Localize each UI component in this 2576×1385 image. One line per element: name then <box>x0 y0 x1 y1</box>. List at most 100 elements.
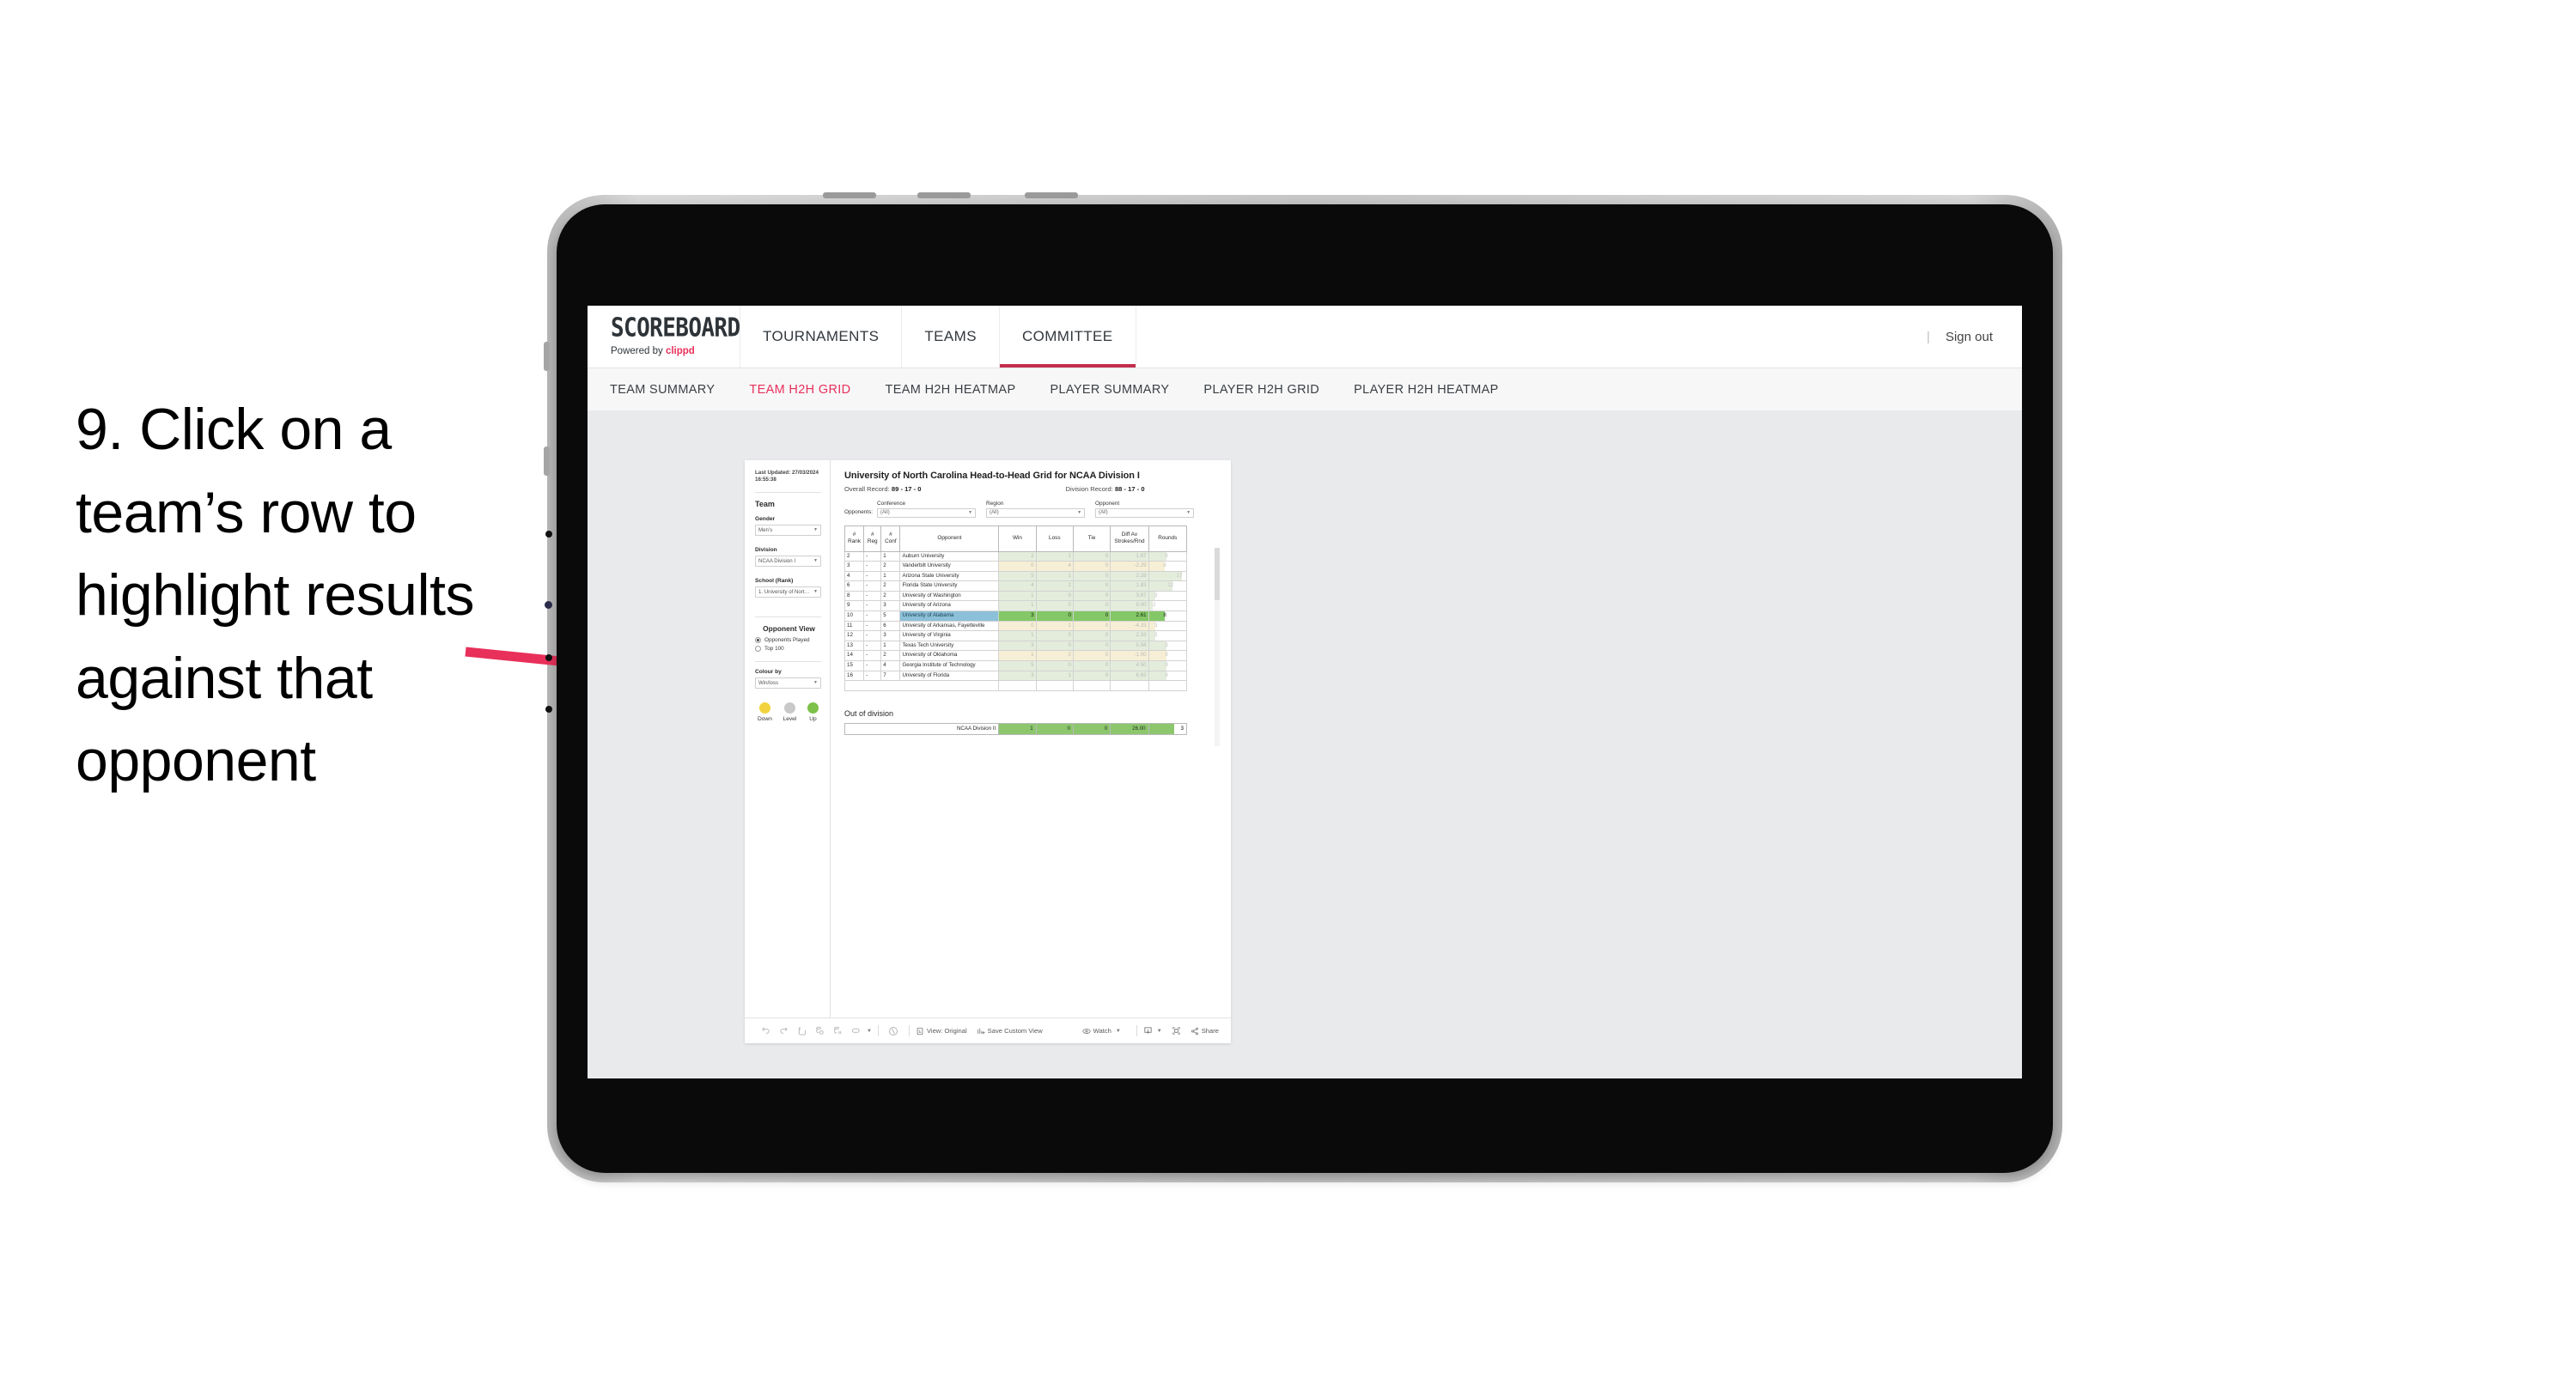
nav-item-committee[interactable]: COMMITTEE <box>999 306 1136 368</box>
chevron-down-icon[interactable]: ▼ <box>867 1029 872 1034</box>
radio-top-100[interactable]: Top 100 <box>755 645 821 652</box>
tab-player-h2h-grid[interactable]: PLAYER H2H GRID <box>1203 383 1319 397</box>
cell-win: 1 <box>998 590 1037 602</box>
table-row[interactable]: 4-1 Arizona State University 5 1 0 2.28 17 <box>843 570 1188 582</box>
cell-rank: 9 <box>843 600 865 612</box>
table-row[interactable]: 8-2 University of Washington 1 0 0 3.67 3 <box>843 590 1188 602</box>
revert-icon[interactable] <box>793 1026 811 1036</box>
region-filter-select[interactable]: (All) ▼ <box>986 508 1086 518</box>
chevron-down-icon[interactable]: ▼ <box>1116 1029 1121 1034</box>
division-value: NCAA Division I <box>758 557 796 564</box>
table-row[interactable]: 10-5 University of Alabama 3 0 0 2.61 8 <box>843 610 1188 622</box>
cell-diff: -2.29 <box>1110 561 1149 572</box>
nav-item-teams[interactable]: TEAMS <box>902 306 1000 368</box>
cell-opponent: University of Washington <box>899 590 1000 602</box>
undo-icon[interactable] <box>757 1026 775 1036</box>
pause-icon[interactable] <box>885 1026 903 1036</box>
table-row[interactable]: 9-3 University of Arizona 1 0 0 9.00 2 <box>843 600 1188 612</box>
col-header-rank: # Rank <box>843 525 865 552</box>
opponent-filter-group: Opponent (All) ▼ <box>1095 501 1195 518</box>
tab-player-h2h-heatmap[interactable]: PLAYER H2H HEATMAP <box>1354 383 1499 397</box>
download-button[interactable]: ▼ <box>1143 1026 1162 1036</box>
grid-vertical-scrollbar[interactable] <box>1215 547 1220 746</box>
table-row[interactable]: 14-2 University of Oklahoma 1 2 0 -1.00 9 <box>843 650 1188 662</box>
fullscreen-button[interactable] <box>1172 1026 1181 1036</box>
table-row[interactable]: 6-2 Florida State University 4 2 0 1.83 12 <box>843 580 1188 592</box>
table-row[interactable]: 11-6 University of Arkansas, Fayetteville… <box>843 620 1188 632</box>
table-row[interactable]: 12-3 University of Virginia 1 0 0 2.33 3 <box>843 630 1188 641</box>
cell-opponent: Arizona State University <box>899 570 1000 582</box>
cell-loss: 1 <box>1035 620 1074 632</box>
table-row[interactable]: 2-1 Auburn University 2 1 0 1.67 9 <box>843 550 1188 562</box>
school-select[interactable]: 1. University of Nort… ▼ <box>755 586 821 598</box>
cell-rank: 6 <box>843 580 865 592</box>
cell-win: 3 <box>998 640 1037 652</box>
brand-tagline: Powered by clippd <box>611 346 740 357</box>
nav-item-tournaments[interactable]: TOURNAMENTS <box>740 306 903 368</box>
grid-scrollbar-thumb[interactable] <box>1215 547 1220 600</box>
table-row[interactable]: 15-4 Georgia Institute of Technology 5 0 0 4.… <box>843 660 1188 671</box>
cell-reg: - <box>863 550 882 562</box>
h2h-grid-body: 2-1 Auburn University 2 1 0 1.67 9 3-2 Vanderbil… <box>843 550 1188 691</box>
conference-filter-value: (All) <box>880 510 890 516</box>
cell-tie: 0 <box>1072 580 1111 592</box>
toolbar-right-group: Watch ▼ ▼ Share <box>1081 1025 1219 1036</box>
col-header-opponent: Opponent <box>899 525 1000 552</box>
cell-loss: 0 <box>1035 660 1074 671</box>
cell-win: 1 <box>998 600 1037 612</box>
cell-conf: 2 <box>880 561 901 572</box>
cell-reg: - <box>863 660 882 671</box>
cell-conf: 1 <box>880 550 901 562</box>
cell-win: 5 <box>998 570 1037 582</box>
cell-conf: 2 <box>880 650 901 662</box>
signout-link[interactable]: Sign out <box>1946 330 1993 344</box>
chevron-down-icon[interactable]: ▼ <box>1157 1029 1162 1034</box>
opponent-filter-value: (All) <box>1099 510 1108 516</box>
view-original-button[interactable]: View: Original <box>916 1027 967 1036</box>
chevron-down-icon: ▼ <box>1186 510 1191 516</box>
cell-opponent: University of Virginia <box>899 630 1000 641</box>
ood-rounds: 3 <box>1180 725 1184 732</box>
radio-opponents-played[interactable]: Opponents Played <box>755 636 821 643</box>
tab-team-summary[interactable]: TEAM SUMMARY <box>610 383 715 397</box>
divider-1 <box>755 491 821 493</box>
save-custom-view-button[interactable]: Save Custom View <box>977 1027 1043 1036</box>
tab-team-h2h-grid[interactable]: TEAM H2H GRID <box>749 383 850 397</box>
cell-rounds: 3 <box>1148 620 1188 632</box>
ood-diff: 26.00 <box>1110 722 1149 735</box>
cell-rounds: 17 <box>1148 570 1188 582</box>
cell-tie: 0 <box>1072 550 1111 562</box>
shape-dropdown-icon[interactable] <box>847 1026 865 1036</box>
cell-loss: 0 <box>1035 610 1074 622</box>
tab-player-summary[interactable]: PLAYER SUMMARY <box>1050 383 1169 397</box>
division-select[interactable]: NCAA Division I ▼ <box>755 555 821 567</box>
cell-reg: - <box>863 630 882 641</box>
conference-filter-select[interactable]: (All) ▼ <box>877 508 977 518</box>
cell-loss: 1 <box>1035 550 1074 562</box>
opponent-filter-select[interactable]: (All) ▼ <box>1095 508 1195 518</box>
cell-reg: - <box>863 561 882 572</box>
cell-opponent: University of Florida <box>899 670 1000 682</box>
gender-select[interactable]: Men’s ▼ <box>755 524 821 536</box>
pause-auto-updates-icon[interactable] <box>829 1026 847 1036</box>
colour-by-select[interactable]: Win/loss ▼ <box>755 677 821 689</box>
cell-win: 1 <box>998 630 1037 641</box>
filter-sidebar: Last Updated: 27/03/2024 16:55:38 Team G… <box>745 460 831 1017</box>
overall-record-value: 89 - 17 - 0 <box>891 485 922 493</box>
table-row[interactable]: 13-1 Texas Tech University 3 0 0 5.56 9 <box>843 640 1188 652</box>
colour-by-value: Win/loss <box>758 679 779 686</box>
share-button[interactable]: Share <box>1191 1027 1219 1036</box>
tab-team-h2h-heatmap[interactable]: TEAM H2H HEATMAP <box>886 383 1016 397</box>
cell-rank: 10 <box>843 610 865 622</box>
redo-icon[interactable] <box>775 1026 793 1036</box>
cell-reg: - <box>863 590 882 602</box>
table-row[interactable]: 3-2 Vanderbilt University 0 4 0 -2.29 8 <box>843 561 1188 572</box>
viz-title: University of North Carolina Head-to-Hea… <box>844 471 1140 481</box>
device-button-side-1 <box>544 342 550 371</box>
refresh-data-icon[interactable] <box>811 1026 829 1036</box>
watch-label: Watch <box>1093 1027 1111 1035</box>
sub-navigation-bar: TEAM SUMMARY TEAM H2H GRID TEAM H2H HEAT… <box>588 368 2022 411</box>
out-of-division-row[interactable]: NCAA Division II 1 0 0 26.00 3 <box>843 722 1188 735</box>
watch-button[interactable]: Watch ▼ <box>1081 1027 1121 1036</box>
table-row[interactable]: 16-7 University of Florida 3 1 0 6.62 9 <box>843 670 1188 682</box>
